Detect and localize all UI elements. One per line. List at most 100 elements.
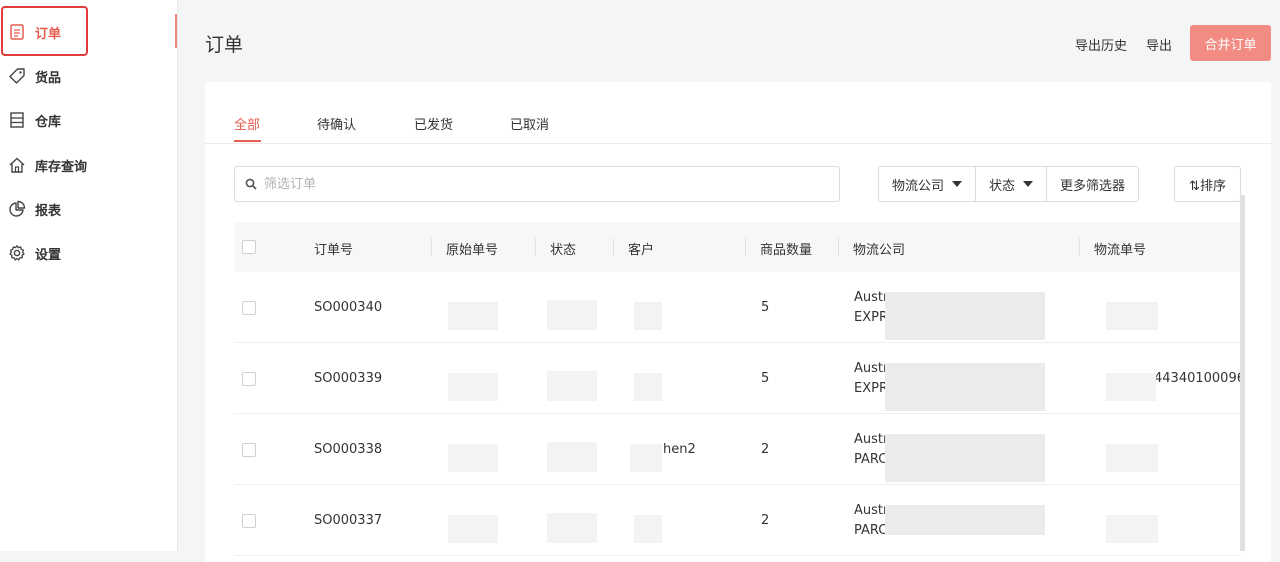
sidebar: 订单 货品 仓库 库存查询 报表 设置 bbox=[0, 0, 178, 551]
export-link[interactable]: 导出 bbox=[1146, 35, 1172, 54]
redacted-original-no bbox=[448, 444, 498, 472]
active-highlight-box bbox=[1, 6, 88, 56]
redacted-tracking bbox=[1106, 515, 1158, 543]
tab-bar: 全部 待确认 已发货 已取消 bbox=[205, 82, 1271, 144]
carrier-line-2: EXPR bbox=[854, 310, 888, 325]
redacted-tracking bbox=[1106, 302, 1158, 330]
search-input[interactable] bbox=[262, 175, 826, 193]
column-divider bbox=[613, 238, 614, 256]
search-icon bbox=[245, 178, 257, 190]
sort-button[interactable]: ⇅排序 bbox=[1174, 166, 1241, 202]
redacted-status bbox=[547, 442, 597, 472]
sidebar-item-settings[interactable]: 设置 bbox=[0, 231, 177, 275]
redacted-carrier bbox=[885, 292, 1045, 340]
order-number[interactable]: SO000339 bbox=[314, 371, 382, 386]
order-number[interactable]: SO000340 bbox=[314, 300, 382, 315]
column-divider bbox=[431, 238, 432, 256]
quantity: 2 bbox=[761, 513, 770, 528]
tab-cancelled[interactable]: 已取消 bbox=[510, 114, 549, 133]
carrier-filter-label: 物流公司 bbox=[892, 178, 945, 194]
col-quantity: 商品数量 bbox=[760, 243, 813, 258]
tab-pending[interactable]: 待确认 bbox=[317, 114, 356, 133]
redacted-carrier bbox=[885, 363, 1045, 411]
redacted-original-no bbox=[448, 515, 498, 543]
pie-chart-icon bbox=[8, 200, 26, 218]
home-icon bbox=[8, 156, 26, 174]
col-carrier: 物流公司 bbox=[853, 243, 906, 258]
order-number[interactable]: SO000338 bbox=[314, 442, 382, 457]
page-title: 订单 bbox=[205, 34, 244, 56]
sidebar-item-label: 设置 bbox=[35, 247, 62, 263]
redacted-status bbox=[547, 300, 597, 330]
quantity: 5 bbox=[761, 300, 770, 315]
merge-orders-button[interactable]: 合并订单 bbox=[1190, 25, 1271, 61]
carrier-line-1: Austr bbox=[854, 290, 889, 305]
sidebar-item-label: 库存查询 bbox=[35, 159, 88, 175]
quantity: 5 bbox=[761, 371, 770, 386]
redacted-status bbox=[547, 513, 597, 543]
status-filter-dropdown[interactable]: 状态 bbox=[976, 167, 1048, 201]
active-tab-indicator bbox=[234, 140, 261, 142]
redacted-carrier bbox=[885, 505, 1045, 535]
column-divider bbox=[838, 238, 839, 256]
column-divider bbox=[745, 238, 746, 256]
table-header: 订单号 原始单号 状态 客户 商品数量 物流公司 物流单号 bbox=[234, 222, 1241, 272]
carrier-line-1: Austr bbox=[854, 432, 889, 447]
carrier-filter-dropdown[interactable]: 物流公司 bbox=[879, 167, 977, 201]
redacted-carrier bbox=[885, 434, 1045, 482]
col-tracking: 物流单号 bbox=[1094, 243, 1147, 258]
search-box bbox=[234, 166, 840, 202]
table-row[interactable]: SO000337 2 Austr PARCEL POST + SIGNATURE bbox=[234, 485, 1241, 556]
filter-group: 物流公司 状态 更多筛选器 bbox=[878, 166, 1140, 202]
redacted-customer bbox=[630, 444, 662, 472]
status-filter-label: 状态 bbox=[989, 178, 1016, 194]
caret-down-icon bbox=[952, 181, 963, 187]
col-order-no: 订单号 bbox=[314, 243, 354, 258]
customer-name: hen2 bbox=[663, 442, 696, 457]
row-checkbox[interactable] bbox=[242, 514, 256, 528]
quantity: 2 bbox=[761, 442, 770, 457]
carrier-line-2: PARC bbox=[854, 452, 888, 467]
sidebar-item-reports[interactable]: 报表 bbox=[0, 187, 177, 231]
col-status: 状态 bbox=[550, 243, 577, 258]
redacted-tracking bbox=[1106, 373, 1156, 401]
col-original-no: 原始单号 bbox=[446, 243, 499, 258]
sidebar-item-goods[interactable]: 货品 bbox=[0, 54, 177, 98]
warehouse-icon bbox=[8, 111, 26, 129]
more-filters-button[interactable]: 更多筛选器 bbox=[1047, 167, 1138, 201]
redacted-status bbox=[547, 371, 597, 401]
table-row[interactable]: SO000339 5 Austr EXPR 443401000961 bbox=[234, 343, 1241, 414]
column-divider bbox=[535, 238, 536, 256]
tab-shipped[interactable]: 已发货 bbox=[414, 114, 453, 133]
redacted-tracking bbox=[1106, 444, 1158, 472]
col-customer: 客户 bbox=[628, 243, 655, 258]
table-row[interactable]: SO000340 5 Austr EXPR bbox=[234, 272, 1241, 343]
select-all-checkbox[interactable] bbox=[242, 240, 256, 254]
tab-all[interactable]: 全部 bbox=[234, 114, 260, 133]
column-divider bbox=[1079, 238, 1080, 256]
redacted-original-no bbox=[448, 373, 498, 401]
orders-card: 全部 待确认 已发货 已取消 物流公司 状态 更多筛选器 ⇅排序 订单号 原始单… bbox=[205, 82, 1271, 562]
tag-icon bbox=[8, 67, 26, 85]
row-checkbox[interactable] bbox=[242, 301, 256, 315]
redacted-customer bbox=[634, 515, 662, 543]
sidebar-item-inventory[interactable]: 库存查询 bbox=[0, 143, 177, 187]
order-number[interactable]: SO000337 bbox=[314, 513, 382, 528]
row-checkbox[interactable] bbox=[242, 443, 256, 457]
redacted-customer bbox=[634, 373, 662, 401]
carrier-line-1: Austr bbox=[854, 503, 889, 518]
redacted-original-no bbox=[448, 302, 498, 330]
export-history-link[interactable]: 导出历史 bbox=[1075, 35, 1127, 54]
sidebar-item-label: 货品 bbox=[35, 70, 62, 86]
sidebar-item-label: 仓库 bbox=[35, 114, 62, 130]
sidebar-item-warehouse[interactable]: 仓库 bbox=[0, 98, 177, 142]
carrier-line-2: EXPR bbox=[854, 381, 888, 396]
tracking-number: 443401000961 bbox=[1154, 371, 1240, 386]
caret-down-icon bbox=[1023, 181, 1034, 187]
table-scrollbar[interactable] bbox=[1240, 195, 1245, 551]
redacted-customer bbox=[634, 302, 662, 330]
sidebar-item-label: 报表 bbox=[35, 203, 62, 219]
carrier-line-1: Austr bbox=[854, 361, 889, 376]
table-row[interactable]: SO000338 hen2 2 Austr PARC bbox=[234, 414, 1241, 485]
row-checkbox[interactable] bbox=[242, 372, 256, 386]
